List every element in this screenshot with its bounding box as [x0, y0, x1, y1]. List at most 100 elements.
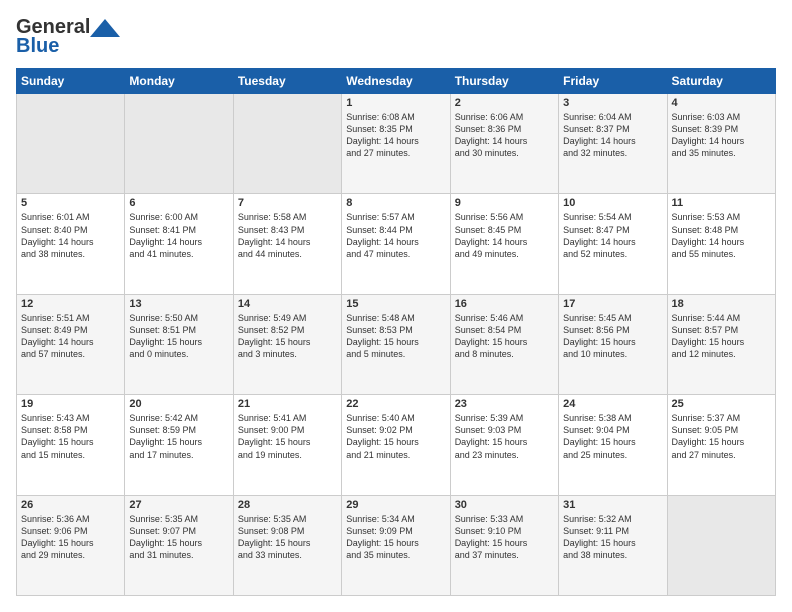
day-number: 24	[563, 398, 662, 410]
calendar-cell: 26Sunrise: 5:36 AM Sunset: 9:06 PM Dayli…	[17, 495, 125, 595]
day-info: Sunrise: 5:56 AM Sunset: 8:45 PM Dayligh…	[455, 211, 554, 260]
calendar-cell: 30Sunrise: 5:33 AM Sunset: 9:10 PM Dayli…	[450, 495, 558, 595]
calendar-cell: 6Sunrise: 6:00 AM Sunset: 8:41 PM Daylig…	[125, 194, 233, 294]
calendar-cell: 9 Sunrise: 5:56 AM Sunset: 8:45 PM Daylig…	[450, 194, 558, 294]
weekday-monday: Monday	[125, 69, 233, 94]
logo-icon	[90, 19, 120, 37]
day-info: Sunrise: 6:01 AM Sunset: 8:40 PM Dayligh…	[21, 211, 120, 260]
calendar-cell	[125, 94, 233, 194]
day-info: Sunrise: 5:57 AM Sunset: 8:44 PM Dayligh…	[346, 211, 445, 260]
day-number: 14	[238, 298, 337, 310]
day-info: Sunrise: 5:41 AM Sunset: 9:00 PM Dayligh…	[238, 412, 337, 461]
day-number: 22	[346, 398, 445, 410]
calendar-cell: 23 Sunrise: 5:39 AM Sunset: 9:03 PM Dayli…	[450, 395, 558, 495]
calendar-week-5: 26Sunrise: 5:36 AM Sunset: 9:06 PM Dayli…	[17, 495, 776, 595]
day-info: Sunrise: 6:08 AM Sunset: 8:35 PM Dayligh…	[346, 111, 445, 160]
day-number: 31	[563, 499, 662, 511]
calendar-table: SundayMondayTuesdayWednesdayThursdayFrid…	[16, 68, 776, 596]
calendar-cell: 17 Sunrise: 5:45 AM Sunset: 8:56 PM Dayli…	[559, 294, 667, 394]
calendar-week-1: 1Sunrise: 6:08 AM Sunset: 8:35 PM Daylig…	[17, 94, 776, 194]
day-number: 26	[21, 499, 120, 511]
calendar-cell: 4Sunrise: 6:03 AM Sunset: 8:39 PM Daylig…	[667, 94, 775, 194]
calendar-cell: 15 Sunrise: 5:48 AM Sunset: 8:53 PM Dayli…	[342, 294, 450, 394]
day-number: 5	[21, 197, 120, 209]
day-number: 23	[455, 398, 554, 410]
calendar-cell: 29Sunrise: 5:34 AM Sunset: 9:09 PM Dayli…	[342, 495, 450, 595]
day-info: Sunrise: 5:35 AM Sunset: 9:08 PM Dayligh…	[238, 513, 337, 562]
calendar-cell: 10 Sunrise: 5:54 AM Sunset: 8:47 PM Dayli…	[559, 194, 667, 294]
day-number: 10	[563, 197, 662, 209]
calendar-cell	[233, 94, 341, 194]
calendar-cell: 31 Sunrise: 5:32 AM Sunset: 9:11 PM Dayli…	[559, 495, 667, 595]
day-info: Sunrise: 5:42 AM Sunset: 8:59 PM Dayligh…	[129, 412, 228, 461]
day-number: 3	[563, 97, 662, 109]
calendar-cell: 2 Sunrise: 6:06 AM Sunset: 8:36 PM Daylig…	[450, 94, 558, 194]
calendar-cell	[667, 495, 775, 595]
day-number: 11	[672, 197, 771, 209]
day-number: 4	[672, 97, 771, 109]
calendar-cell: 3 Sunrise: 6:04 AM Sunset: 8:37 PM Daylig…	[559, 94, 667, 194]
header: General Blue	[16, 16, 776, 58]
day-info: Sunrise: 5:53 AM Sunset: 8:48 PM Dayligh…	[672, 211, 771, 260]
calendar-week-3: 12Sunrise: 5:51 AM Sunset: 8:49 PM Dayli…	[17, 294, 776, 394]
weekday-wednesday: Wednesday	[342, 69, 450, 94]
logo-blue: Blue	[16, 35, 59, 58]
day-info: Sunrise: 5:46 AM Sunset: 8:54 PM Dayligh…	[455, 312, 554, 361]
calendar-week-2: 5 Sunrise: 6:01 AM Sunset: 8:40 PM Daylig…	[17, 194, 776, 294]
calendar-cell: 21 Sunrise: 5:41 AM Sunset: 9:00 PM Dayli…	[233, 395, 341, 495]
day-info: Sunrise: 5:35 AM Sunset: 9:07 PM Dayligh…	[129, 513, 228, 562]
calendar-cell: 8Sunrise: 5:57 AM Sunset: 8:44 PM Daylig…	[342, 194, 450, 294]
day-info: Sunrise: 5:34 AM Sunset: 9:09 PM Dayligh…	[346, 513, 445, 562]
day-info: Sunrise: 5:58 AM Sunset: 8:43 PM Dayligh…	[238, 211, 337, 260]
day-number: 9	[455, 197, 554, 209]
calendar-cell: 27 Sunrise: 5:35 AM Sunset: 9:07 PM Dayli…	[125, 495, 233, 595]
calendar-cell: 13Sunrise: 5:50 AM Sunset: 8:51 PM Dayli…	[125, 294, 233, 394]
day-info: Sunrise: 5:45 AM Sunset: 8:56 PM Dayligh…	[563, 312, 662, 361]
calendar-cell: 28Sunrise: 5:35 AM Sunset: 9:08 PM Dayli…	[233, 495, 341, 595]
day-info: Sunrise: 5:38 AM Sunset: 9:04 PM Dayligh…	[563, 412, 662, 461]
day-number: 20	[129, 398, 228, 410]
day-info: Sunrise: 5:43 AM Sunset: 8:58 PM Dayligh…	[21, 412, 120, 461]
calendar-cell: 20 Sunrise: 5:42 AM Sunset: 8:59 PM Dayli…	[125, 395, 233, 495]
weekday-thursday: Thursday	[450, 69, 558, 94]
weekday-friday: Friday	[559, 69, 667, 94]
day-info: Sunrise: 5:50 AM Sunset: 8:51 PM Dayligh…	[129, 312, 228, 361]
calendar-cell: 14 Sunrise: 5:49 AM Sunset: 8:52 PM Dayli…	[233, 294, 341, 394]
day-info: Sunrise: 5:39 AM Sunset: 9:03 PM Dayligh…	[455, 412, 554, 461]
day-number: 18	[672, 298, 771, 310]
calendar-body: 1Sunrise: 6:08 AM Sunset: 8:35 PM Daylig…	[17, 94, 776, 596]
day-number: 15	[346, 298, 445, 310]
logo: General Blue	[16, 16, 120, 58]
calendar-cell: 25 Sunrise: 5:37 AM Sunset: 9:05 PM Dayli…	[667, 395, 775, 495]
day-info: Sunrise: 6:06 AM Sunset: 8:36 PM Dayligh…	[455, 111, 554, 160]
weekday-header-row: SundayMondayTuesdayWednesdayThursdayFrid…	[17, 69, 776, 94]
day-info: Sunrise: 5:44 AM Sunset: 8:57 PM Dayligh…	[672, 312, 771, 361]
calendar-cell: 5 Sunrise: 6:01 AM Sunset: 8:40 PM Daylig…	[17, 194, 125, 294]
day-number: 2	[455, 97, 554, 109]
day-info: Sunrise: 5:49 AM Sunset: 8:52 PM Dayligh…	[238, 312, 337, 361]
day-number: 16	[455, 298, 554, 310]
calendar-cell: 1Sunrise: 6:08 AM Sunset: 8:35 PM Daylig…	[342, 94, 450, 194]
weekday-sunday: Sunday	[17, 69, 125, 94]
day-number: 30	[455, 499, 554, 511]
calendar-cell: 19Sunrise: 5:43 AM Sunset: 8:58 PM Dayli…	[17, 395, 125, 495]
day-number: 25	[672, 398, 771, 410]
day-number: 27	[129, 499, 228, 511]
calendar-cell: 12Sunrise: 5:51 AM Sunset: 8:49 PM Dayli…	[17, 294, 125, 394]
day-number: 12	[21, 298, 120, 310]
day-info: Sunrise: 5:37 AM Sunset: 9:05 PM Dayligh…	[672, 412, 771, 461]
day-info: Sunrise: 5:32 AM Sunset: 9:11 PM Dayligh…	[563, 513, 662, 562]
calendar-cell: 11 Sunrise: 5:53 AM Sunset: 8:48 PM Dayli…	[667, 194, 775, 294]
day-number: 7	[238, 197, 337, 209]
weekday-saturday: Saturday	[667, 69, 775, 94]
calendar-cell: 16 Sunrise: 5:46 AM Sunset: 8:54 PM Dayli…	[450, 294, 558, 394]
day-number: 17	[563, 298, 662, 310]
day-number: 6	[129, 197, 228, 209]
weekday-tuesday: Tuesday	[233, 69, 341, 94]
day-number: 21	[238, 398, 337, 410]
calendar-week-4: 19Sunrise: 5:43 AM Sunset: 8:58 PM Dayli…	[17, 395, 776, 495]
day-info: Sunrise: 5:48 AM Sunset: 8:53 PM Dayligh…	[346, 312, 445, 361]
day-info: Sunrise: 5:54 AM Sunset: 8:47 PM Dayligh…	[563, 211, 662, 260]
calendar-header: SundayMondayTuesdayWednesdayThursdayFrid…	[17, 69, 776, 94]
day-info: Sunrise: 6:04 AM Sunset: 8:37 PM Dayligh…	[563, 111, 662, 160]
